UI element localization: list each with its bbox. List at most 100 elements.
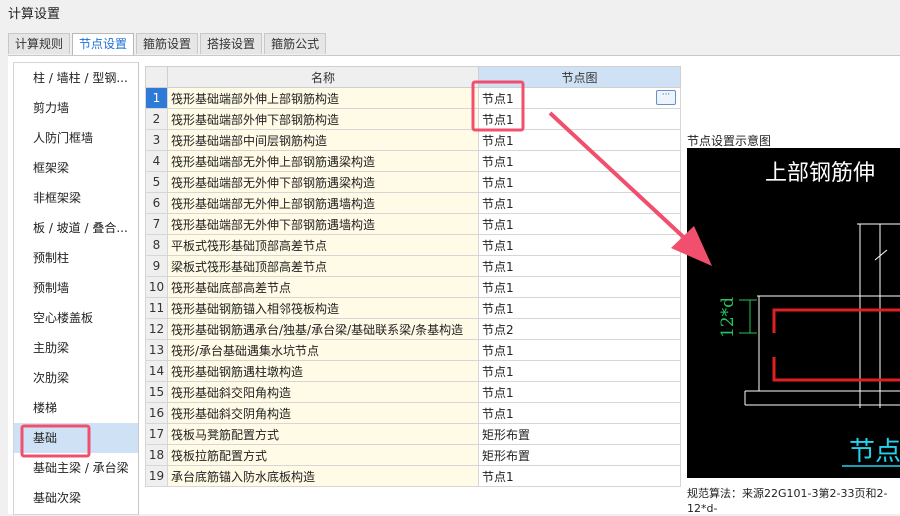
diagram-title: 上部钢筋伸 <box>765 161 875 186</box>
row-number: 1 <box>145 87 168 109</box>
row-number: 17 <box>145 423 168 445</box>
sidebar-item-frame-beam[interactable]: 框架梁 <box>14 153 138 183</box>
rebar-lines <box>772 308 900 382</box>
sidebar-item-hollow-floor-slab[interactable]: 空心楼盖板 <box>14 303 138 333</box>
table-row[interactable]: 16 筏形基础斜交阴角构造 节点1 <box>145 402 681 424</box>
sidebar-item-secondary-rib-beam[interactable]: 次肋梁 <box>14 363 138 393</box>
tab-bar: 计算规则 节点设置 箍筋设置 搭接设置 箍筋公式 <box>8 33 328 55</box>
tab-node-settings[interactable]: 节点设置 <box>72 33 135 55</box>
row-node-value[interactable]: 节点1 <box>478 297 681 319</box>
row-number: 18 <box>145 444 168 466</box>
row-node-value[interactable]: 节点1 <box>478 402 681 424</box>
name-column-header[interactable]: 名称 <box>167 66 479 88</box>
row-number: 8 <box>145 234 168 256</box>
dimension-text: 12*d <box>718 297 738 338</box>
tab-stirrup-formula[interactable]: 箍筋公式 <box>264 33 327 54</box>
row-node-value[interactable]: 节点1 <box>478 150 681 172</box>
sidebar-item-civil-defense-door-frame[interactable]: 人防门框墙 <box>14 123 138 153</box>
table-row[interactable]: 3 筏形基础端部中间层钢筋构造 节点1 <box>145 129 681 151</box>
sidebar-item-stairs[interactable]: 楼梯 <box>14 393 138 423</box>
row-node-value[interactable]: 节点1 <box>478 192 681 214</box>
row-name: 筏形基础底部高差节点 <box>167 276 479 298</box>
table-row[interactable]: 19 承台底筋锚入防水底板构造 节点1 <box>145 465 681 487</box>
component-type-list[interactable]: 柱 / 墙柱 / 型钢... 剪力墙 人防门框墙 框架梁 非框架梁 板 / 坡道… <box>13 62 139 515</box>
row-number: 12 <box>145 318 168 340</box>
sidebar-item-column[interactable]: 柱 / 墙柱 / 型钢... <box>14 63 138 93</box>
note-line-1: 规范算法：来源22G101-3第2-33页和2- <box>687 487 888 500</box>
row-node-value[interactable]: 节点1 <box>478 213 681 235</box>
row-node-value[interactable]: 节点1 <box>478 234 681 256</box>
row-node-value[interactable]: 节点1 <box>478 339 681 361</box>
row-number: 5 <box>145 171 168 193</box>
table-row[interactable]: 17 筏板马凳筋配置方式 矩形布置 <box>145 423 681 445</box>
row-name: 筏形/承台基础遇集水坑节点 <box>167 339 479 361</box>
row-node-value[interactable]: 节点1 <box>478 276 681 298</box>
row-number-header <box>145 66 168 88</box>
row-node-value[interactable]: 矩形布置 <box>478 423 681 445</box>
row-name: 筏形基础端部无外伸上部钢筋遇墙构造 <box>167 192 479 214</box>
row-name: 筏板拉筋配置方式 <box>167 444 479 466</box>
node-settings-table: 名称 节点图 1 筏形基础端部外伸上部钢筋构造 节点1 ··· 2 筏形基础端部外… <box>145 66 681 487</box>
sidebar-item-foundation[interactable]: 基础 <box>14 423 138 453</box>
row-number: 15 <box>145 381 168 403</box>
row-node-value[interactable]: 节点1 <box>478 255 681 277</box>
row-name: 平板式筏形基础顶部高差节点 <box>167 234 479 256</box>
row-node-value[interactable]: 节点1 <box>478 465 681 487</box>
table-row[interactable]: 12 筏形基础钢筋遇承台/独基/承台梁/基础联系梁/条基构造 节点2 <box>145 318 681 340</box>
table-row[interactable]: 11 筏形基础钢筋锚入相邻筏板构造 节点1 <box>145 297 681 319</box>
table-row[interactable]: 1 筏形基础端部外伸上部钢筋构造 节点1 ··· <box>145 87 681 109</box>
table-row[interactable]: 2 筏形基础端部外伸下部钢筋构造 节点1 <box>145 108 681 130</box>
table-row[interactable]: 13 筏形/承台基础遇集水坑节点 节点1 <box>145 339 681 361</box>
sidebar-item-precast-column[interactable]: 预制柱 <box>14 243 138 273</box>
row-node-value[interactable]: 节点2 <box>478 318 681 340</box>
row-name: 筏形基础端部中间层钢筋构造 <box>167 129 479 151</box>
sidebar-item-slab[interactable]: 板 / 坡道 / 叠合... <box>14 213 138 243</box>
row-name: 筏形基础端部无外伸下部钢筋遇梁构造 <box>167 171 479 193</box>
table-row[interactable]: 6 筏形基础端部无外伸上部钢筋遇墙构造 节点1 <box>145 192 681 214</box>
row-node-value[interactable]: 矩形布置 <box>478 444 681 466</box>
sidebar-item-non-frame-beam[interactable]: 非框架梁 <box>14 183 138 213</box>
sidebar-item-main-rib-beam[interactable]: 主肋梁 <box>14 333 138 363</box>
sidebar-item-precast-wall[interactable]: 预制墙 <box>14 273 138 303</box>
row-number: 4 <box>145 150 168 172</box>
tab-stirrup-settings[interactable]: 箍筋设置 <box>136 33 199 54</box>
table-row[interactable]: 5 筏形基础端部无外伸下部钢筋遇梁构造 节点1 <box>145 171 681 193</box>
row-number: 2 <box>145 108 168 130</box>
row-node-value[interactable]: 节点1 <box>478 360 681 382</box>
table-row[interactable]: 9 梁板式筏形基础顶部高差节点 节点1 <box>145 255 681 277</box>
row-name: 筏形基础端部外伸下部钢筋构造 <box>167 108 479 130</box>
row-name: 筏形基础钢筋遇柱墩构造 <box>167 360 479 382</box>
tab-calculation-rules[interactable]: 计算规则 <box>8 33 71 54</box>
note-line-2: 12*d- <box>687 502 718 515</box>
tab-lap-settings[interactable]: 搭接设置 <box>200 33 263 54</box>
row-node-value[interactable]: 节点1 <box>478 171 681 193</box>
dimension-lines <box>739 299 757 334</box>
table-row[interactable]: 14 筏形基础钢筋遇柱墩构造 节点1 <box>145 360 681 382</box>
row-number: 19 <box>145 465 168 487</box>
sidebar-item-foundation-main-beam[interactable]: 基础主梁 / 承台梁 <box>14 453 138 483</box>
row-name: 梁板式筏形基础顶部高差节点 <box>167 255 479 277</box>
row-number: 10 <box>145 276 168 298</box>
table-row[interactable]: 4 筏形基础端部无外伸上部钢筋遇梁构造 节点1 <box>145 150 681 172</box>
preview-label: 节点设置示意图 <box>687 134 772 148</box>
row-node-value[interactable]: 节点1 <box>478 108 681 130</box>
table-row[interactable]: 7 筏形基础端部无外伸下部钢筋遇墙构造 节点1 <box>145 213 681 235</box>
row-node-value[interactable]: 节点1 <box>478 381 681 403</box>
table-row[interactable]: 10 筏形基础底部高差节点 节点1 <box>145 276 681 298</box>
row-name: 筏形基础斜交阴角构造 <box>167 402 479 424</box>
more-options-button[interactable]: ··· <box>656 90 676 105</box>
row-name: 筏形基础端部外伸上部钢筋构造 <box>167 87 479 109</box>
table-header-row: 名称 节点图 <box>145 66 681 88</box>
row-number: 9 <box>145 255 168 277</box>
row-node-cell[interactable]: 节点1 ··· <box>478 87 681 109</box>
node-diagram-preview: 上部钢筋伸 12*d 节点 <box>687 148 900 478</box>
table-row[interactable]: 8 平板式筏形基础顶部高差节点 节点1 <box>145 234 681 256</box>
sidebar-item-shear-wall[interactable]: 剪力墙 <box>14 93 138 123</box>
sidebar-item-foundation-secondary-beam[interactable]: 基础次梁 <box>14 483 138 513</box>
table-row[interactable]: 15 筏形基础斜交阳角构造 节点1 <box>145 381 681 403</box>
row-name: 筏形基础端部无外伸上部钢筋遇梁构造 <box>167 150 479 172</box>
row-number: 14 <box>145 360 168 382</box>
row-node-value[interactable]: 节点1 <box>478 129 681 151</box>
table-row[interactable]: 18 筏板拉筋配置方式 矩形布置 <box>145 444 681 466</box>
node-column-header[interactable]: 节点图 <box>478 66 681 88</box>
